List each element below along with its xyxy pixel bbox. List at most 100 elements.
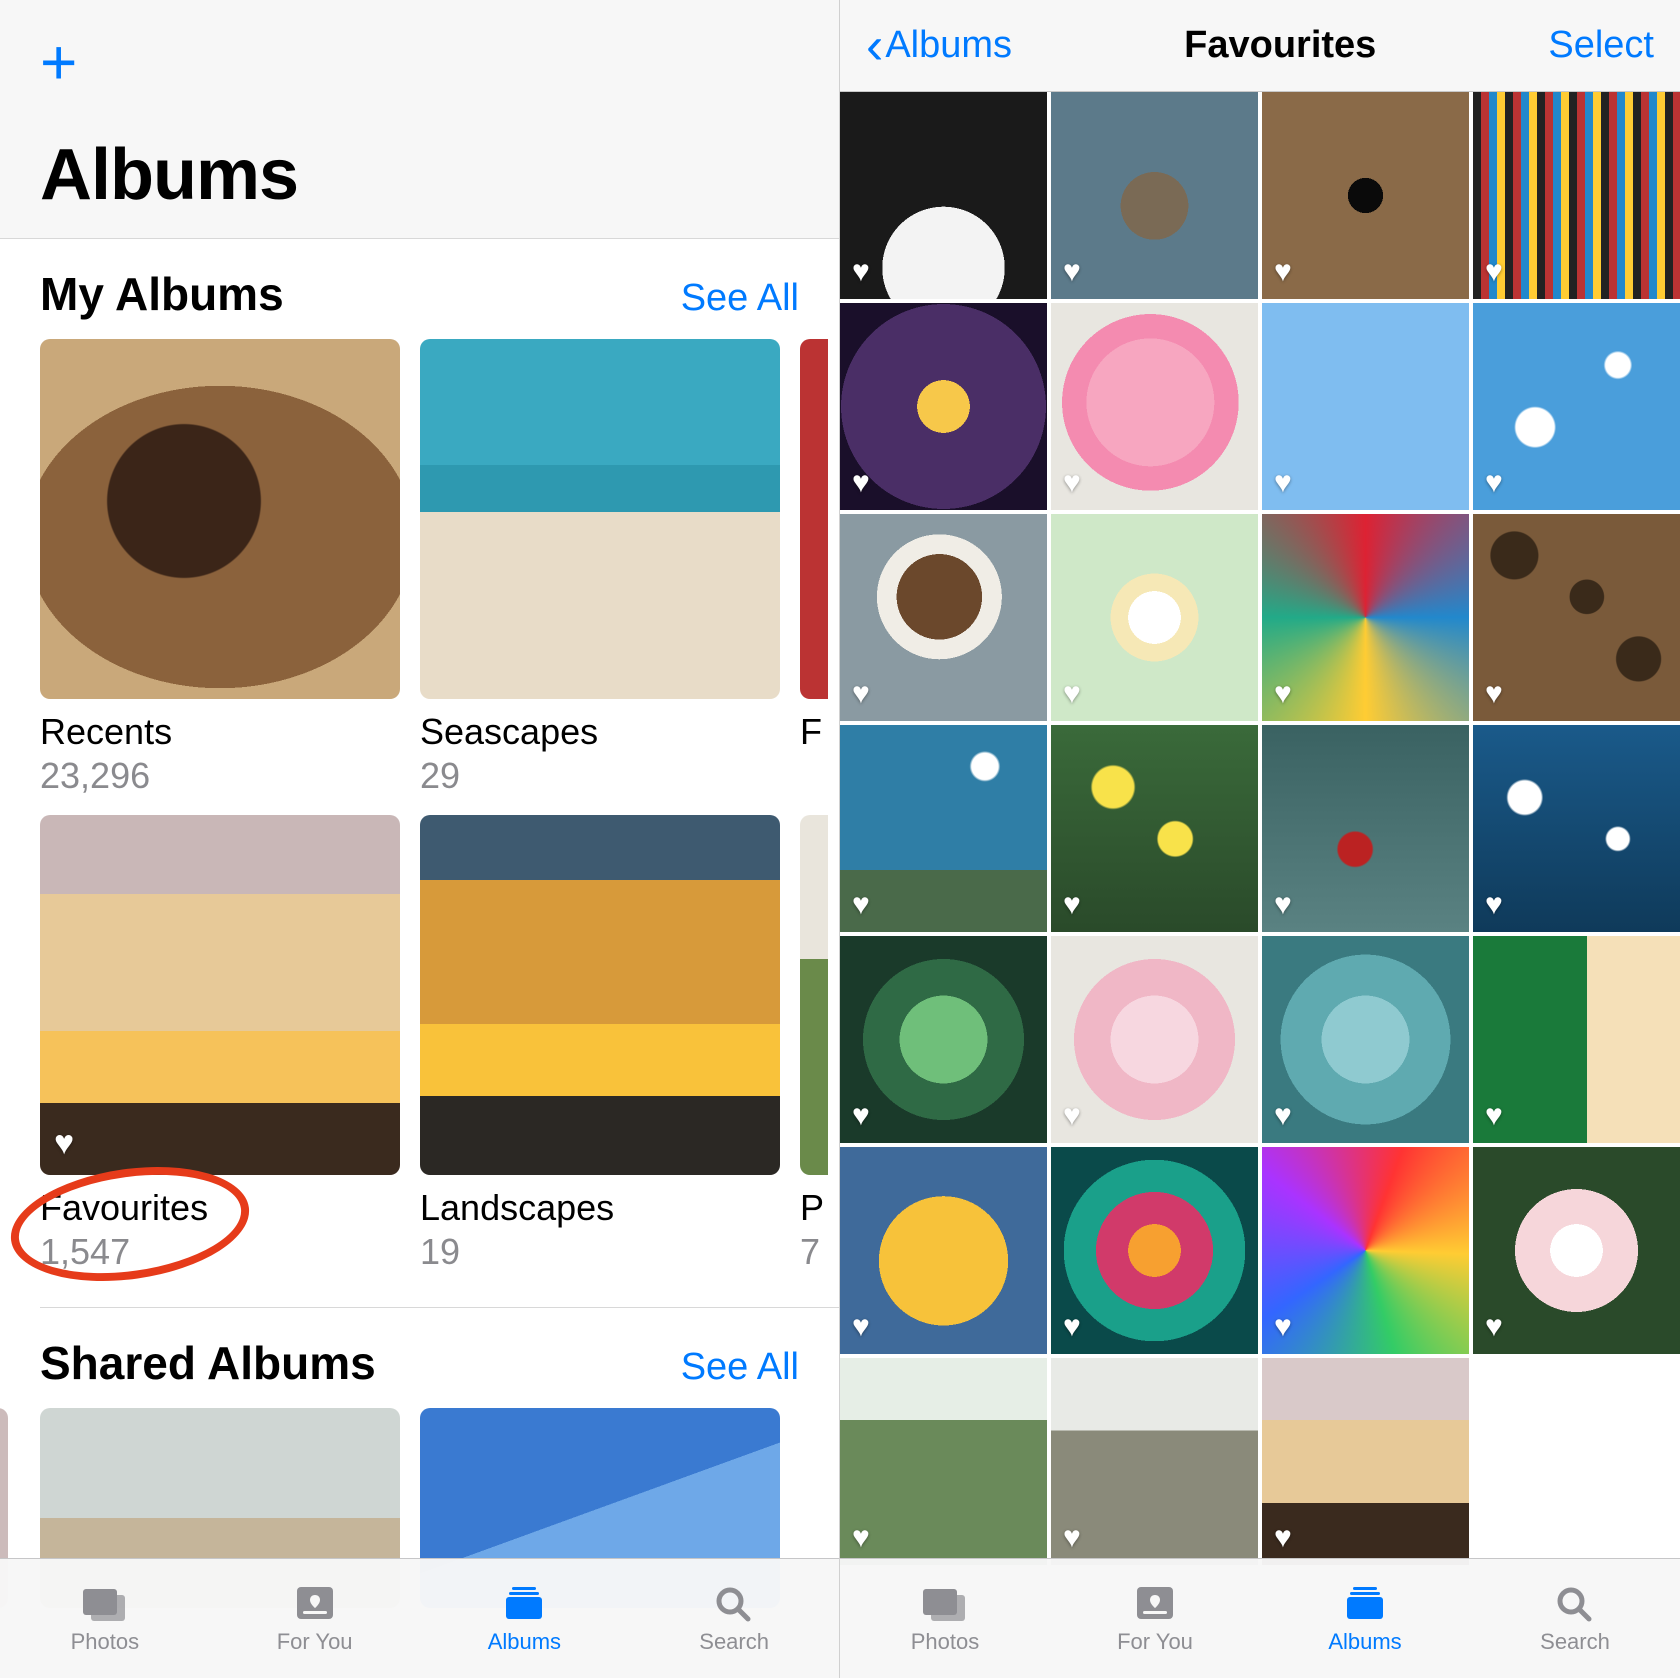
photo-thumbnail[interactable]: ♥ — [1051, 303, 1258, 510]
photo-thumbnail[interactable]: ♥ — [1473, 936, 1680, 1143]
photo-thumbnail[interactable]: ♥ — [840, 92, 1047, 299]
album-tile-peek[interactable]: P 7 — [800, 815, 828, 1273]
heart-icon: ♥ — [852, 1099, 870, 1133]
photo-thumbnail[interactable]: ♥ — [1473, 303, 1680, 510]
search-icon — [1549, 1583, 1601, 1623]
heart-icon: ♥ — [1063, 1099, 1081, 1133]
photo-grid: ♥♥♥♥♥♥♥♥♥♥♥♥♥♥♥♥♥♥♥♥♥♥♥♥♥♥♥ — [840, 92, 1680, 1565]
album-name: Landscapes — [420, 1187, 780, 1229]
see-all-shared-albums[interactable]: See All — [681, 1346, 799, 1389]
album-name: Seascapes — [420, 711, 780, 753]
album-name: P — [800, 1187, 828, 1229]
for-you-icon — [1129, 1583, 1181, 1623]
photo-thumbnail[interactable]: ♥ — [840, 725, 1047, 932]
photo-thumbnail[interactable]: ♥ — [1473, 514, 1680, 721]
photo-thumbnail[interactable]: ♥ — [1051, 1147, 1258, 1354]
add-album-button[interactable]: + — [40, 30, 77, 94]
tab-label: Search — [699, 1629, 769, 1655]
tab-bar: Photos For You Albums Search — [0, 1558, 839, 1678]
photo-thumbnail[interactable]: ♥ — [1262, 303, 1469, 510]
album-thumbnail — [420, 815, 780, 1175]
albums-screen: + Albums My Albums See All Recents 23,29… — [0, 0, 840, 1678]
tab-search[interactable]: Search — [629, 1559, 839, 1678]
tab-photos[interactable]: Photos — [840, 1559, 1050, 1678]
photos-icon — [919, 1583, 971, 1623]
heart-icon: ♥ — [1274, 255, 1292, 289]
album-count: 1,547 — [40, 1231, 400, 1273]
chevron-left-icon: ‹ — [866, 20, 883, 72]
album-thumbnail — [40, 339, 400, 699]
tab-search[interactable]: Search — [1470, 1559, 1680, 1678]
photo-thumbnail[interactable]: ♥ — [840, 303, 1047, 510]
photo-thumbnail[interactable]: ♥ — [840, 1147, 1047, 1354]
tab-for-you[interactable]: For You — [210, 1559, 420, 1678]
photo-thumbnail[interactable]: ♥ — [1262, 725, 1469, 932]
album-tile-landscapes[interactable]: Landscapes 19 — [420, 815, 780, 1273]
album-row: ♥ Favourites 1,547 Landscapes 19 P 7 — [0, 815, 839, 1273]
album-name: Recents — [40, 711, 400, 753]
tab-bar: Photos For You Albums Search — [840, 1558, 1680, 1678]
album-tile-peek[interactable]: F — [800, 339, 828, 797]
heart-icon: ♥ — [1274, 1521, 1292, 1555]
heart-icon: ♥ — [1063, 1310, 1081, 1344]
tab-label: Search — [1540, 1629, 1610, 1655]
for-you-icon — [289, 1583, 341, 1623]
heart-icon: ♥ — [1274, 677, 1292, 711]
album-tile-recents[interactable]: Recents 23,296 — [40, 339, 400, 797]
album-thumbnail — [420, 339, 780, 699]
photos-icon — [79, 1583, 131, 1623]
page-title: Albums — [40, 134, 799, 216]
photo-thumbnail[interactable]: ♥ — [1473, 92, 1680, 299]
search-icon — [708, 1583, 760, 1623]
photo-thumbnail[interactable]: ♥ — [1051, 936, 1258, 1143]
heart-icon: ♥ — [1063, 466, 1081, 500]
section-shared-albums-title: Shared Albums — [40, 1336, 376, 1390]
heart-icon: ♥ — [1274, 1099, 1292, 1133]
nav-title: Favourites — [1184, 24, 1376, 67]
albums-header: + Albums — [0, 0, 839, 239]
album-tile-seascapes[interactable]: Seascapes 29 — [420, 339, 780, 797]
heart-icon: ♥ — [1063, 1521, 1081, 1555]
tab-for-you[interactable]: For You — [1050, 1559, 1260, 1678]
album-tile-favourites[interactable]: ♥ Favourites 1,547 — [40, 815, 400, 1273]
photo-thumbnail[interactable]: ♥ — [1262, 514, 1469, 721]
photo-thumbnail[interactable]: ♥ — [1262, 1358, 1469, 1565]
tab-photos[interactable]: Photos — [0, 1559, 210, 1678]
select-button[interactable]: Select — [1548, 24, 1654, 67]
photo-thumbnail[interactable]: ♥ — [1262, 1147, 1469, 1354]
see-all-my-albums[interactable]: See All — [681, 277, 799, 320]
heart-icon: ♥ — [1485, 255, 1503, 289]
photo-thumbnail[interactable]: ♥ — [1473, 725, 1680, 932]
heart-icon: ♥ — [852, 1521, 870, 1555]
photo-thumbnail[interactable]: ♥ — [840, 514, 1047, 721]
heart-icon: ♥ — [1485, 1099, 1503, 1133]
albums-icon — [1339, 1583, 1391, 1623]
photo-thumbnail[interactable]: ♥ — [1262, 92, 1469, 299]
photo-thumbnail[interactable]: ♥ — [1262, 936, 1469, 1143]
album-count: 29 — [420, 755, 780, 797]
section-my-albums-title: My Albums — [40, 267, 284, 321]
photo-thumbnail[interactable]: ♥ — [1051, 1358, 1258, 1565]
photo-thumbnail[interactable]: ♥ — [1051, 92, 1258, 299]
photo-thumbnail[interactable]: ♥ — [1051, 514, 1258, 721]
tab-label: Albums — [1328, 1629, 1401, 1655]
album-thumbnail: ♥ — [40, 815, 400, 1175]
back-button[interactable]: ‹ Albums — [866, 20, 1012, 72]
tab-label: For You — [277, 1629, 353, 1655]
photo-thumbnail[interactable]: ♥ — [1051, 725, 1258, 932]
photo-thumbnail[interactable]: ♥ — [840, 1358, 1047, 1565]
heart-icon: ♥ — [852, 888, 870, 922]
tab-albums[interactable]: Albums — [1260, 1559, 1470, 1678]
photo-thumbnail[interactable]: ♥ — [840, 936, 1047, 1143]
tab-albums[interactable]: Albums — [420, 1559, 630, 1678]
albums-icon — [498, 1583, 550, 1623]
album-count: 23,296 — [40, 755, 400, 797]
heart-icon: ♥ — [852, 255, 870, 289]
heart-icon: ♥ — [1063, 255, 1081, 289]
heart-icon: ♥ — [852, 677, 870, 711]
heart-icon: ♥ — [1274, 1310, 1292, 1344]
photo-thumbnail[interactable]: ♥ — [1473, 1147, 1680, 1354]
album-count: 7 — [800, 1231, 828, 1273]
section-shared-albums-header: Shared Albums See All — [0, 1308, 839, 1408]
heart-icon: ♥ — [1274, 466, 1292, 500]
